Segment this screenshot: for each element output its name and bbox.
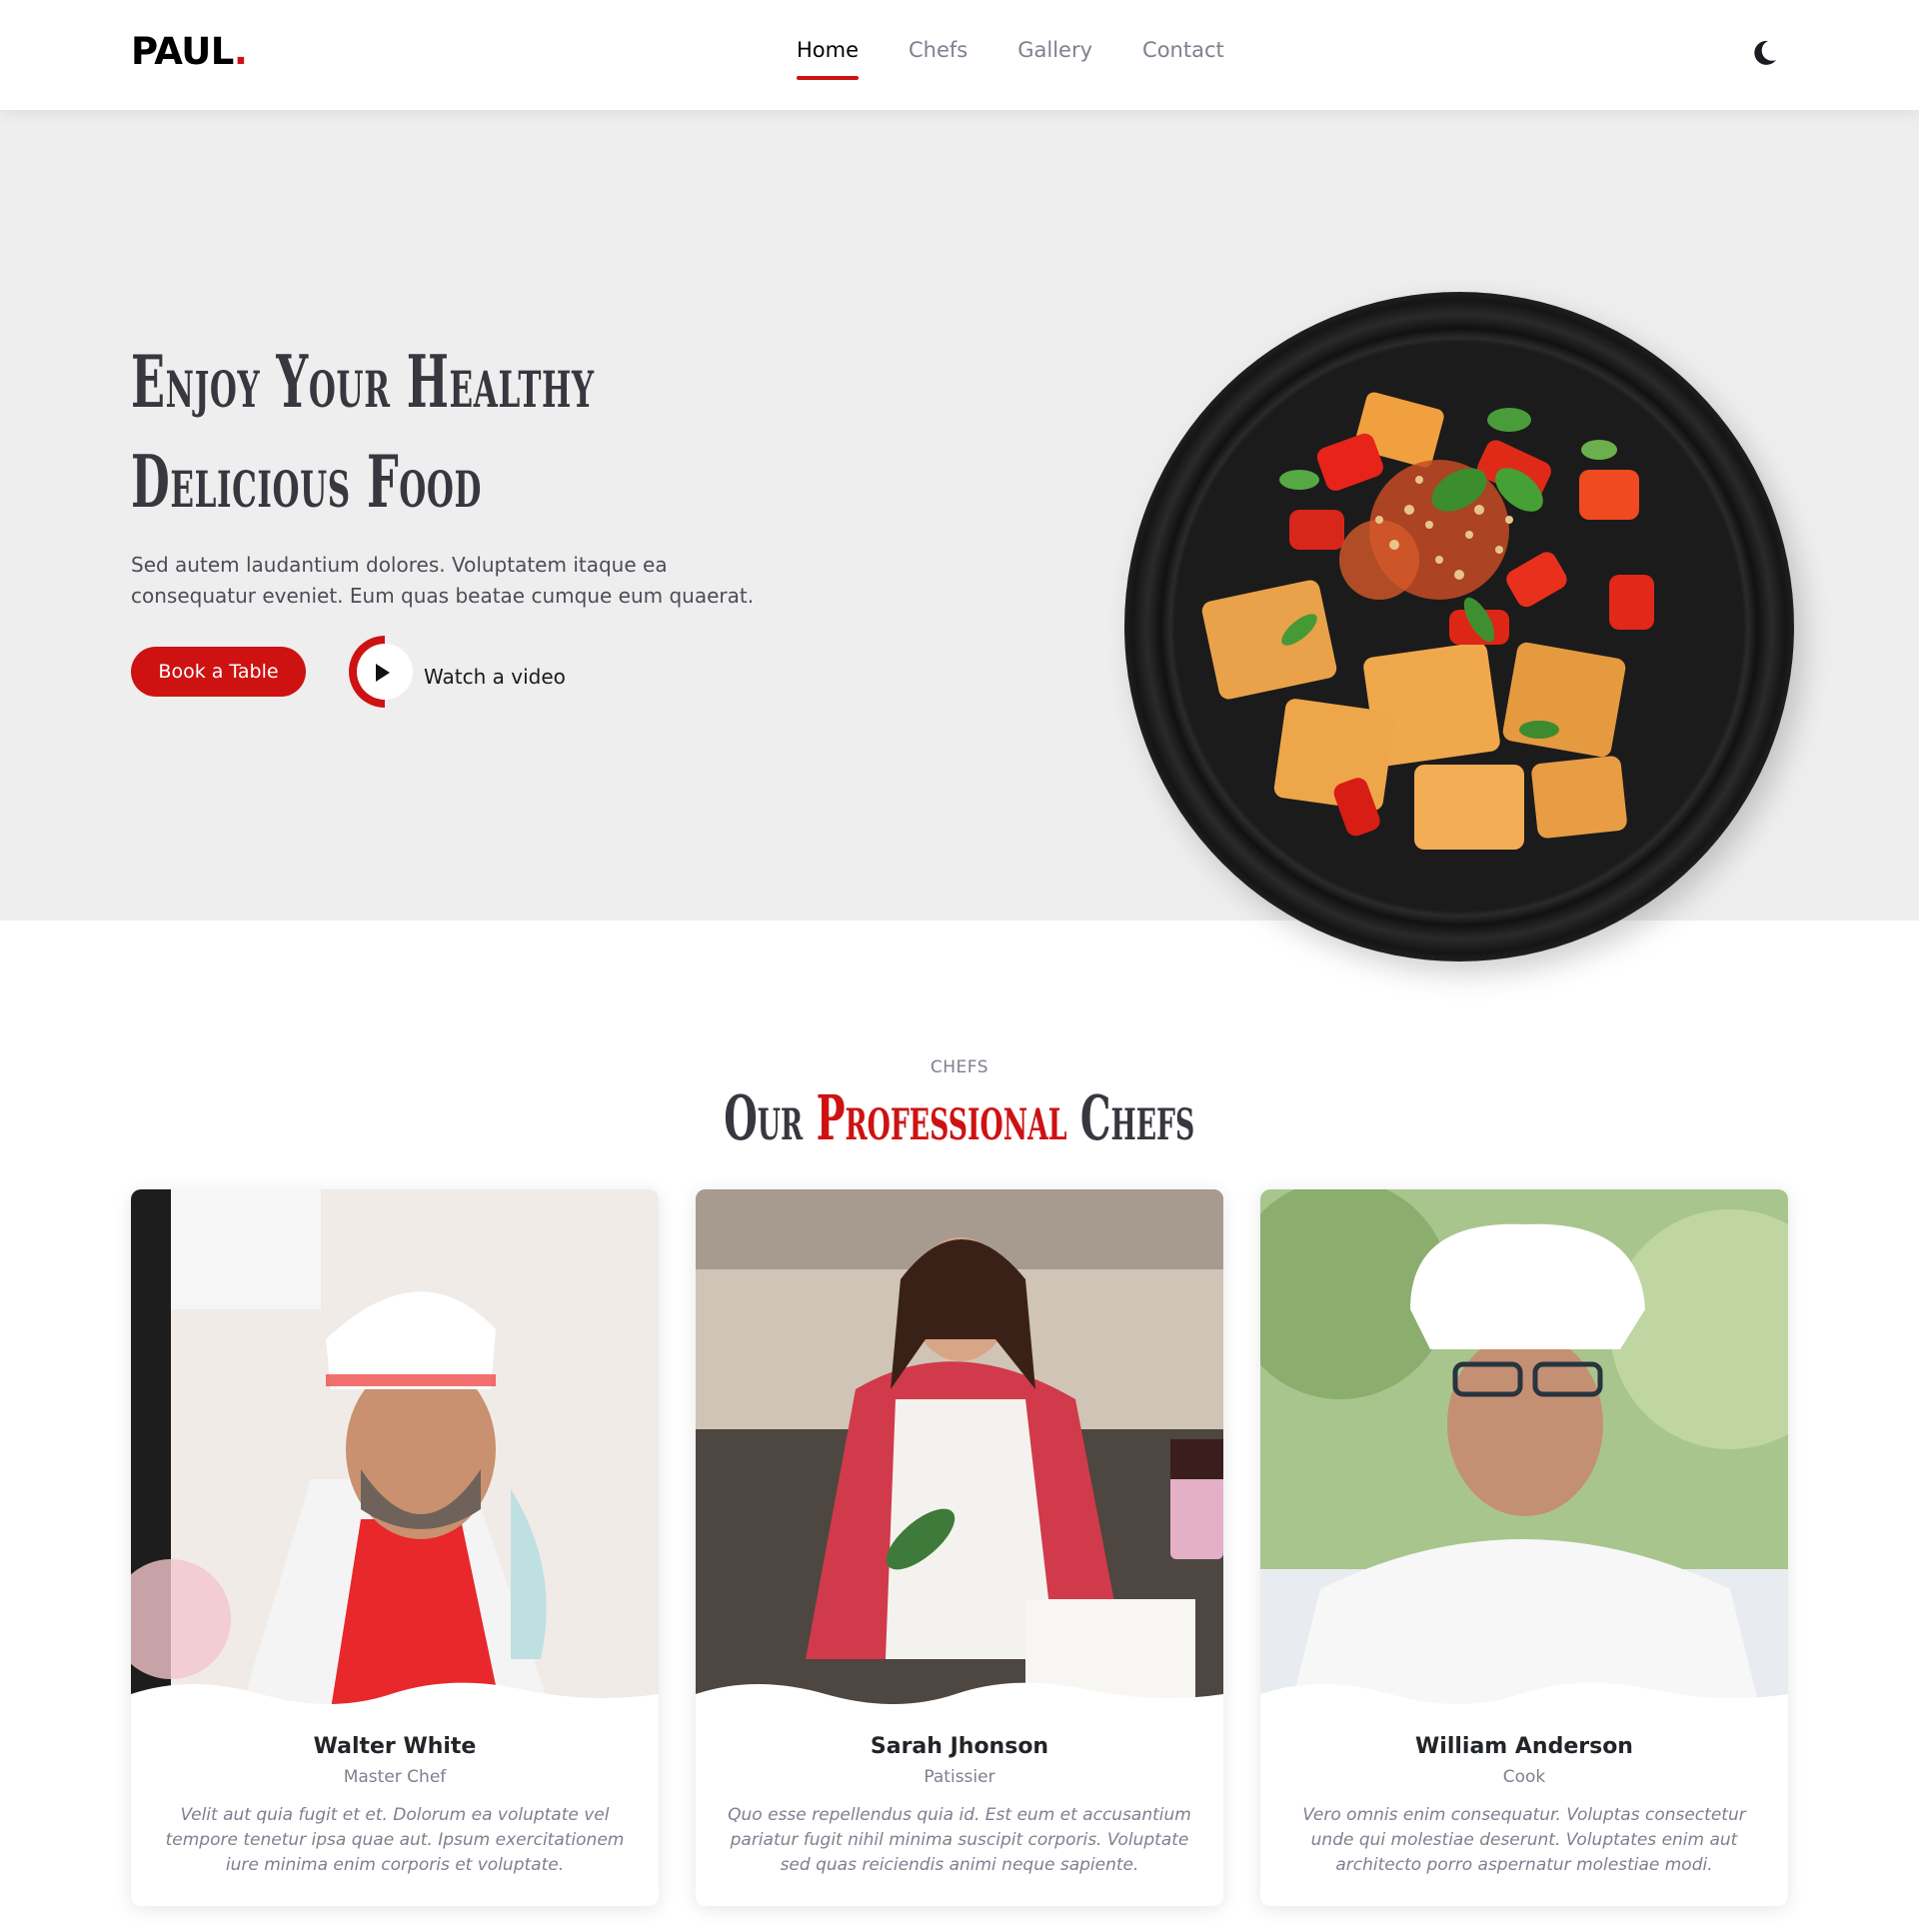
chef-photo <box>696 1189 1223 1709</box>
nav-chefs[interactable]: Chefs <box>909 38 967 80</box>
brand-name: PAUL <box>131 30 234 73</box>
section-title-accent: Professional <box>816 1081 1067 1154</box>
nav-home[interactable]: Home <box>797 38 860 80</box>
chef-card: Sarah Jhonson Patissier Quo esse repelle… <box>696 1189 1223 1906</box>
section-title: Our Professional Chefs <box>0 1081 1919 1154</box>
chef-name: Walter White <box>313 1734 477 1759</box>
brand-dot: . <box>233 30 248 73</box>
chef-description: Velit aut quia fugit et et. Dolorum ea v… <box>165 1805 625 1875</box>
moon-icon[interactable] <box>1749 38 1779 68</box>
nav-contact[interactable]: Contact <box>1142 38 1224 80</box>
chef-description: Vero omnis enim consequatur. Voluptas co… <box>1302 1805 1746 1875</box>
chef-role: Master Chef <box>343 1767 447 1787</box>
chef-card: William Anderson Cook Vero omnis enim co… <box>1260 1189 1788 1906</box>
hero-section: Enjoy Your Healthy Delicious Food Sed au… <box>0 110 1919 973</box>
main-nav: Home Chefs Gallery Contact <box>797 38 1224 80</box>
site-header: PAUL. Home Chefs Gallery Contact <box>0 0 1919 110</box>
chef-role: Cook <box>1502 1767 1546 1787</box>
hero-title: Enjoy Your Healthy Delicious Food <box>131 332 813 532</box>
chef-card: Walter White Master Chef Velit aut quia … <box>131 1189 659 1906</box>
hero-text: Sed autem laudantium dolores. Voluptatem… <box>131 553 755 608</box>
nav-gallery[interactable]: Gallery <box>1017 38 1092 80</box>
chef-name: William Anderson <box>1415 1734 1633 1759</box>
section-title-pre: Our <box>724 1081 817 1154</box>
chef-photo <box>1260 1189 1788 1709</box>
hero-title-line2: Delicious Food <box>131 439 483 524</box>
chef-photo <box>131 1189 659 1709</box>
book-table-button[interactable]: Book a Table <box>131 647 306 697</box>
hero-title-line1: Enjoy Your Healthy <box>131 339 595 424</box>
chef-name: Sarah Jhonson <box>870 1734 1049 1759</box>
food-dish-illustration <box>1201 392 1654 850</box>
play-icon <box>376 664 390 682</box>
brand-logo[interactable]: PAUL. <box>131 30 248 73</box>
chef-description: Quo esse repellendus quia id. Est eum et… <box>728 1805 1191 1875</box>
section-label: CHEFS <box>930 1057 989 1077</box>
chef-role: Patissier <box>924 1767 995 1787</box>
watch-video-label[interactable]: Watch a video <box>424 665 566 689</box>
section-title-post: Chefs <box>1066 1081 1195 1154</box>
